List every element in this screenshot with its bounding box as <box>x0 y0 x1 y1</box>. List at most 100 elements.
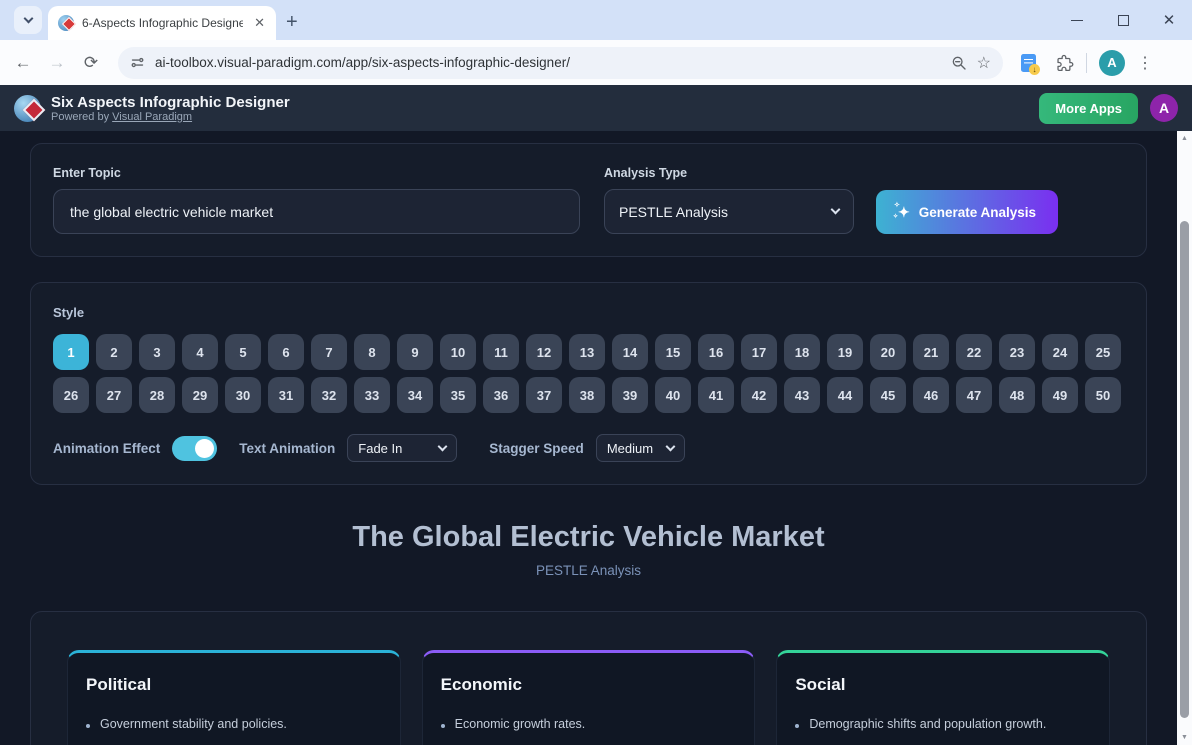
style-option-38[interactable]: 38 <box>569 377 605 413</box>
new-tab-button[interactable]: + <box>286 12 298 32</box>
style-option-2[interactable]: 2 <box>96 334 132 370</box>
reload-button[interactable]: ⟳ <box>76 48 106 78</box>
style-option-7[interactable]: 7 <box>311 334 347 370</box>
style-option-36[interactable]: 36 <box>483 377 519 413</box>
bookmark-star-icon[interactable]: ☆ <box>977 53 991 73</box>
aspect-card-title: Social <box>795 675 1091 695</box>
style-option-30[interactable]: 30 <box>225 377 261 413</box>
browser-tab[interactable]: 6-Aspects Infographic Designer ✕ <box>48 6 276 40</box>
style-option-35[interactable]: 35 <box>440 377 476 413</box>
style-option-13[interactable]: 13 <box>569 334 605 370</box>
style-option-31[interactable]: 31 <box>268 377 304 413</box>
docs-offline-icon[interactable]: ↓ <box>1021 54 1036 72</box>
window-minimize-button[interactable] <box>1054 0 1100 40</box>
aspect-bullet-item: Economic growth rates. <box>441 717 737 731</box>
page-content: Enter Topic Analysis Type PESTLE Analysi… <box>0 131 1177 745</box>
style-option-21[interactable]: 21 <box>913 334 949 370</box>
stagger-speed-select[interactable]: Medium <box>596 434 685 462</box>
style-option-3[interactable]: 3 <box>139 334 175 370</box>
more-apps-button[interactable]: More Apps <box>1039 93 1138 124</box>
tab-title: 6-Aspects Infographic Designer <box>82 16 243 30</box>
style-option-34[interactable]: 34 <box>397 377 433 413</box>
chevron-down-icon <box>666 441 676 451</box>
style-option-47[interactable]: 47 <box>956 377 992 413</box>
topic-label: Enter Topic <box>53 166 580 180</box>
style-option-50[interactable]: 50 <box>1085 377 1121 413</box>
style-option-41[interactable]: 41 <box>698 377 734 413</box>
scroll-down-icon[interactable]: ▼ <box>1177 730 1192 745</box>
generate-analysis-button[interactable]: ✦ Generate Analysis <box>876 190 1058 234</box>
topic-form-panel: Enter Topic Analysis Type PESTLE Analysi… <box>30 143 1147 257</box>
style-option-39[interactable]: 39 <box>612 377 648 413</box>
site-info-icon[interactable] <box>130 55 145 70</box>
window-maximize-button[interactable] <box>1100 0 1146 40</box>
style-option-9[interactable]: 9 <box>397 334 433 370</box>
style-option-46[interactable]: 46 <box>913 377 949 413</box>
extensions-puzzle-icon[interactable] <box>1056 54 1074 72</box>
style-option-29[interactable]: 29 <box>182 377 218 413</box>
style-option-26[interactable]: 26 <box>53 377 89 413</box>
powered-by: Powered by Visual Paradigm <box>51 111 1039 123</box>
style-option-18[interactable]: 18 <box>784 334 820 370</box>
page-scrollbar[interactable]: ▲ ▼ <box>1177 131 1192 745</box>
style-option-28[interactable]: 28 <box>139 377 175 413</box>
visual-paradigm-link[interactable]: Visual Paradigm <box>112 111 192 123</box>
style-label: Style <box>53 305 1124 320</box>
site-favicon-icon <box>58 15 74 31</box>
style-option-44[interactable]: 44 <box>827 377 863 413</box>
style-option-20[interactable]: 20 <box>870 334 906 370</box>
style-option-15[interactable]: 15 <box>655 334 691 370</box>
style-option-33[interactable]: 33 <box>354 377 390 413</box>
maximize-icon <box>1118 15 1129 26</box>
browser-menu-icon[interactable]: ⋮ <box>1129 53 1163 73</box>
style-option-22[interactable]: 22 <box>956 334 992 370</box>
aspect-card-political: PoliticalGovernment stability and polici… <box>67 650 401 745</box>
topic-input[interactable] <box>53 189 580 234</box>
style-option-40[interactable]: 40 <box>655 377 691 413</box>
scroll-up-icon[interactable]: ▲ <box>1177 131 1192 146</box>
style-option-37[interactable]: 37 <box>526 377 562 413</box>
style-option-10[interactable]: 10 <box>440 334 476 370</box>
style-option-48[interactable]: 48 <box>999 377 1035 413</box>
style-option-11[interactable]: 11 <box>483 334 519 370</box>
style-option-32[interactable]: 32 <box>311 377 347 413</box>
text-animation-label: Text Animation <box>239 441 335 456</box>
style-option-27[interactable]: 27 <box>96 377 132 413</box>
style-option-42[interactable]: 42 <box>741 377 777 413</box>
style-option-23[interactable]: 23 <box>999 334 1035 370</box>
style-option-4[interactable]: 4 <box>182 334 218 370</box>
infographic-subtitle: PESTLE Analysis <box>30 563 1147 578</box>
style-option-8[interactable]: 8 <box>354 334 390 370</box>
style-option-5[interactable]: 5 <box>225 334 261 370</box>
stagger-speed-value: Medium <box>607 441 653 456</box>
forward-button[interactable]: → <box>42 48 72 78</box>
tab-search-chevron-button[interactable] <box>14 6 42 34</box>
scrollbar-thumb[interactable] <box>1180 221 1189 718</box>
chevron-down-icon <box>23 14 33 24</box>
browser-profile-avatar[interactable]: A <box>1099 50 1125 76</box>
style-option-24[interactable]: 24 <box>1042 334 1078 370</box>
address-bar[interactable]: ai-toolbox.visual-paradigm.com/app/six-a… <box>118 47 1003 79</box>
text-animation-select[interactable]: Fade In <box>347 434 457 462</box>
style-option-43[interactable]: 43 <box>784 377 820 413</box>
style-option-6[interactable]: 6 <box>268 334 304 370</box>
style-option-25[interactable]: 25 <box>1085 334 1121 370</box>
style-option-16[interactable]: 16 <box>698 334 734 370</box>
tab-close-icon[interactable]: ✕ <box>251 15 268 31</box>
analysis-type-select[interactable]: PESTLE Analysis <box>604 189 854 234</box>
url-text[interactable]: ai-toolbox.visual-paradigm.com/app/six-a… <box>155 55 941 70</box>
style-option-1[interactable]: 1 <box>53 334 89 370</box>
app-user-avatar[interactable]: A <box>1150 94 1178 122</box>
style-option-14[interactable]: 14 <box>612 334 648 370</box>
back-button[interactable]: ← <box>8 48 38 78</box>
style-option-17[interactable]: 17 <box>741 334 777 370</box>
animation-effect-toggle[interactable] <box>172 436 217 461</box>
bullet-dot-icon <box>795 724 799 728</box>
zoom-out-icon[interactable] <box>951 55 967 71</box>
window-close-button[interactable]: ✕ <box>1146 0 1192 40</box>
aspect-bullet-item: Demographic shifts and population growth… <box>795 717 1091 731</box>
style-option-49[interactable]: 49 <box>1042 377 1078 413</box>
style-option-19[interactable]: 19 <box>827 334 863 370</box>
style-option-45[interactable]: 45 <box>870 377 906 413</box>
style-option-12[interactable]: 12 <box>526 334 562 370</box>
